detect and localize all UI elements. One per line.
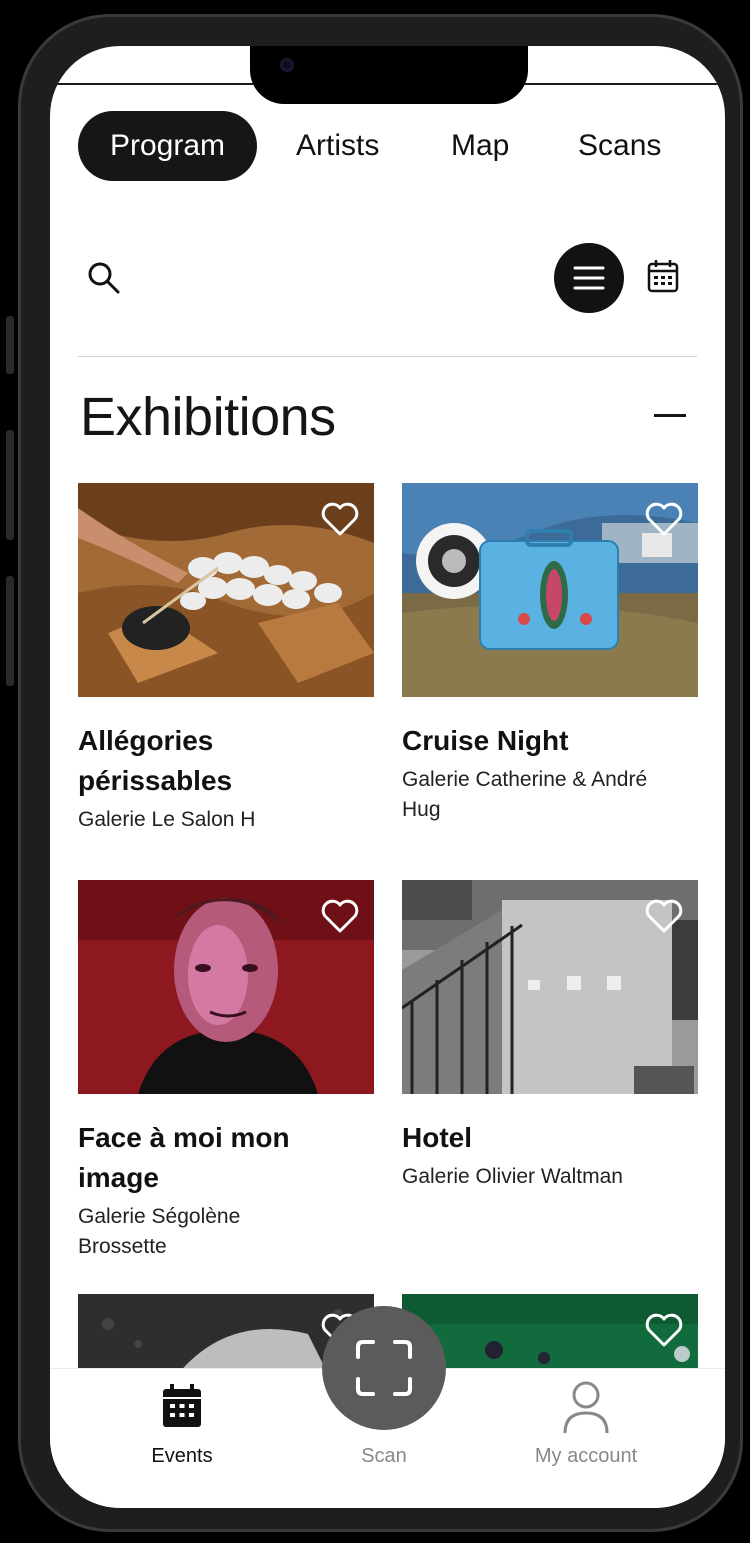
search-icon[interactable] bbox=[86, 260, 122, 296]
card-title-line: Cruise Night bbox=[402, 725, 569, 756]
calendar-icon bbox=[163, 1384, 201, 1427]
card-gallery-line: Galerie Le Salon H bbox=[78, 808, 256, 831]
list-view-button[interactable] bbox=[554, 243, 624, 313]
exhibition-image bbox=[78, 880, 374, 1094]
nav-account-label: My account bbox=[534, 1445, 638, 1467]
exhibition-card[interactable] bbox=[402, 1294, 698, 1374]
heart-icon[interactable] bbox=[320, 898, 360, 934]
volume-down-button bbox=[6, 576, 14, 686]
card-title: Allégories périssables bbox=[78, 721, 374, 801]
camera bbox=[280, 58, 294, 72]
card-title-line: Face à moi mon bbox=[78, 1122, 290, 1153]
heart-icon[interactable] bbox=[644, 898, 684, 934]
scan-frame-icon bbox=[356, 1340, 412, 1396]
card-gallery: Galerie Catherine & André Hug bbox=[402, 765, 702, 825]
nav-scan-label: Scan bbox=[361, 1445, 407, 1467]
card-gallery: Galerie Le Salon H bbox=[78, 805, 378, 835]
tab-program[interactable]: Program bbox=[78, 111, 258, 181]
heart-icon[interactable] bbox=[644, 1312, 684, 1348]
top-tabs: Program Artists Map Scans bbox=[78, 111, 705, 181]
card-title-line: Allégories bbox=[78, 725, 214, 756]
card-title-line: périssables bbox=[78, 765, 233, 796]
card-gallery-line: Brossette bbox=[78, 1235, 167, 1258]
exhibition-card[interactable]: Hotel Galerie Olivier Waltman bbox=[402, 880, 698, 1270]
card-gallery: Galerie Olivier Waltman bbox=[402, 1162, 702, 1192]
exhibition-image bbox=[402, 1294, 698, 1374]
toolbar-divider bbox=[78, 356, 697, 357]
card-gallery-line: Galerie Catherine & André bbox=[402, 768, 648, 791]
notch bbox=[250, 46, 528, 104]
card-title: Face à moi mon image bbox=[78, 1118, 374, 1198]
tab-scans[interactable]: Scans bbox=[578, 111, 661, 181]
card-title: Cruise Night bbox=[402, 721, 698, 761]
app-screen: Program Artists Map Scans Exhibitions Al… bbox=[50, 46, 725, 1508]
heart-icon[interactable] bbox=[320, 501, 360, 537]
exhibition-card[interactable]: Allégories périssables Galerie Le Salon … bbox=[78, 483, 374, 843]
exhibition-image bbox=[402, 483, 698, 697]
tab-map[interactable]: Map bbox=[451, 111, 509, 181]
card-title: Hotel bbox=[402, 1118, 698, 1158]
scan-button[interactable] bbox=[322, 1306, 446, 1430]
user-icon bbox=[563, 1381, 609, 1434]
card-gallery: Galerie Ségolène Brossette bbox=[78, 1202, 378, 1262]
card-title-line: image bbox=[78, 1162, 159, 1193]
exhibition-image bbox=[402, 880, 698, 1094]
menu-icon bbox=[573, 266, 605, 290]
nav-events-label: Events bbox=[151, 1445, 213, 1467]
calendar-icon[interactable] bbox=[647, 259, 679, 293]
exhibition-card[interactable]: Face à moi mon image Galerie Ségolène Br… bbox=[78, 880, 374, 1270]
card-gallery-line: Galerie Olivier Waltman bbox=[402, 1165, 623, 1188]
card-gallery-line: Hug bbox=[402, 798, 441, 821]
card-title-line: Hotel bbox=[402, 1122, 472, 1153]
tab-artists[interactable]: Artists bbox=[296, 111, 379, 181]
exhibition-image bbox=[78, 483, 374, 697]
exhibition-card[interactable]: Cruise Night Galerie Catherine & André H… bbox=[402, 483, 698, 843]
section-title: Exhibitions bbox=[80, 387, 336, 447]
card-gallery-line: Galerie Ségolène bbox=[78, 1205, 241, 1228]
minus-icon[interactable] bbox=[654, 414, 686, 417]
heart-icon[interactable] bbox=[644, 501, 684, 537]
mute-switch bbox=[6, 316, 14, 374]
volume-up-button bbox=[6, 430, 14, 540]
